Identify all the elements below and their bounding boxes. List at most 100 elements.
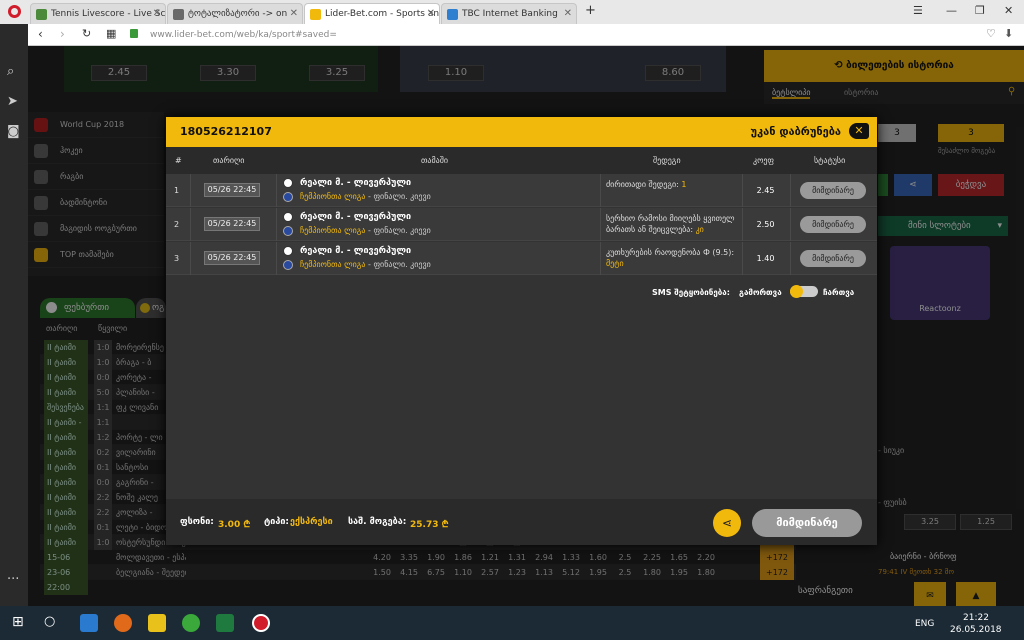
bookmark-heart-icon[interactable]: ♡ (986, 27, 996, 40)
tab-tennis-livescore[interactable]: Tennis Livescore - Live Sco ✕ (30, 3, 166, 24)
col-number: # (175, 156, 182, 165)
stake-value: 3.00 ₾ (218, 520, 251, 530)
close-tab-icon[interactable]: ✕ (564, 4, 572, 24)
pick-market: ძირითადი შედეგი: (606, 180, 679, 189)
divider (190, 242, 191, 275)
modal-header: 180526212107 უკან დაბრუნება ✕ (166, 117, 877, 147)
back-button[interactable]: უკან დაბრუნება (751, 125, 841, 138)
pick-value: 1 (678, 180, 687, 189)
champions-league-icon (283, 226, 293, 236)
forward-icon[interactable]: › (60, 27, 65, 41)
tab-title: Tennis Livescore - Live Sco (51, 9, 166, 19)
opera-sidebar: ⌕ ➤ ◙ ··· (0, 24, 28, 606)
firefox-icon[interactable] (114, 614, 132, 632)
opera-taskbar-icon[interactable] (252, 614, 270, 632)
opera-logo-icon[interactable] (8, 5, 21, 18)
tennis-favicon-icon (36, 9, 47, 20)
divider (276, 208, 277, 241)
pick-market: კუთხურების რაოდენობა Ф (9.5): (606, 248, 735, 257)
close-window-icon[interactable]: ✕ (1004, 4, 1013, 17)
bet-status-button[interactable]: მიმდინარე (800, 182, 866, 199)
file-explorer-icon[interactable] (148, 614, 166, 632)
bet-match: რეალი მ. - ლივერპული (300, 246, 412, 256)
bet-coef: 2.45 (756, 186, 775, 195)
win-value: 25.73 ₾ (410, 520, 449, 530)
browser-tab-bar: Tennis Livescore - Live Sco ✕ ტოტალიზატო… (0, 0, 1024, 24)
speed-dial-icon[interactable]: ▦ (106, 27, 116, 40)
windows-taskbar: ⊞ ○ ENG 21:22 26.05.2018 (0, 606, 1024, 640)
url-input[interactable]: www.lider-bet.com/web/ka/sport#saved= (142, 27, 880, 43)
ticket-status-button[interactable]: მიმდინარე (752, 509, 862, 537)
sms-label: SMS შეტყობინება: (652, 288, 730, 297)
more-icon[interactable]: ··· (7, 572, 19, 587)
type-label: ტიპი: (264, 517, 290, 527)
sms-toggle[interactable] (790, 285, 818, 298)
windows-start-icon[interactable]: ⊞ (12, 614, 24, 630)
share-icon[interactable]: ⋖ (713, 509, 741, 537)
reload-icon[interactable]: ↻ (82, 27, 91, 40)
bet-status-button[interactable]: მიმდინარე (800, 250, 866, 267)
edge-icon[interactable] (80, 614, 98, 632)
tab-tbc-banking[interactable]: TBC Internet Banking ✕ (441, 3, 577, 24)
keyboard-lang[interactable]: ENG (915, 619, 934, 629)
divider (790, 174, 791, 207)
bet-coef: 1.40 (756, 254, 775, 263)
ticket-details-modal: 180526212107 უკან დაბრუნება ✕ # თარიღი თ… (166, 117, 877, 545)
divider (600, 208, 601, 241)
sms-on-label: ჩართვა (823, 288, 855, 297)
download-icon[interactable]: ⬇ (1004, 27, 1013, 40)
minimize-icon[interactable]: — (946, 4, 957, 17)
send-icon[interactable]: ➤ (7, 94, 18, 109)
divider (190, 208, 191, 241)
chrome-icon[interactable] (182, 614, 200, 632)
bet-row: 2 05/26 22:45 რეალი მ. - ლივერპული ჩემპიონთ… (166, 208, 877, 241)
bet-date: 05/26 22:45 (204, 217, 260, 231)
search-icon[interactable]: ○ (44, 614, 55, 629)
football-icon (283, 246, 293, 256)
back-icon[interactable]: ‹ (38, 27, 43, 41)
bet-pick: ძირითადი შედეგი: 1 (606, 179, 738, 190)
divider (276, 174, 277, 207)
pick-value: კი (693, 225, 704, 234)
bet-league: ჩემპიონთა ლიგა - ფინალი. კიევი (300, 192, 431, 201)
col-status: სტატუსი (814, 156, 846, 165)
menu-icon[interactable]: ☰ (913, 4, 923, 17)
close-tab-icon[interactable]: ✕ (290, 4, 298, 24)
bet-pick: სერხიო რამოსი მიიღებს ყვითელ ბარათს ან შ… (606, 213, 738, 235)
col-coef: კოეფ (753, 156, 775, 165)
win-label: საშ. მოგება: (348, 517, 407, 527)
sms-off-label: გამორთვა (739, 288, 782, 297)
bet-match: რეალი მ. - ლივერპული (300, 178, 412, 188)
restore-icon[interactable]: ❐ (975, 4, 985, 17)
tab-lider-bet[interactable]: Lider-Bet.com - Sports an ✕ (304, 3, 440, 24)
divider (600, 242, 601, 275)
tab-title: ტოტალიზატორი -> on (188, 9, 288, 19)
divider (600, 174, 601, 207)
football-icon (283, 212, 293, 222)
close-tab-icon[interactable]: ✕ (153, 4, 161, 24)
table-header: # თარიღი თამაში შედეგი კოეფ სტატუსი (166, 147, 877, 174)
clock-date[interactable]: 26.05.2018 (950, 625, 1002, 635)
pick-market: სერხიო რამოსი მიიღებს ყვითელ ბარათს ან შ… (606, 214, 735, 234)
close-icon[interactable]: ✕ (849, 123, 869, 139)
clock-time[interactable]: 21:22 (963, 613, 989, 623)
divider (276, 242, 277, 275)
league-extra: - ფინალი. კიევი (365, 192, 431, 201)
tab-title: TBC Internet Banking (462, 9, 558, 19)
bet-number: 1 (174, 186, 180, 195)
stake-label: ფსონი: (180, 517, 214, 527)
bet-status-button[interactable]: მიმდინარე (800, 216, 866, 233)
league-extra: - ფინალი. კიევი (365, 226, 431, 235)
close-tab-icon[interactable]: ✕ (427, 4, 435, 24)
search-icon[interactable]: ⌕ (7, 64, 14, 79)
bet-number: 2 (174, 220, 180, 229)
col-game: თამაში (421, 156, 448, 165)
bet-row: 1 05/26 22:45 რეალი მ. - ლივერპული ჩემპიონთ… (166, 174, 877, 207)
camera-icon[interactable]: ◙ (7, 124, 20, 139)
excel-icon[interactable] (216, 614, 234, 632)
champions-league-icon (283, 192, 293, 202)
new-tab-button[interactable]: + (585, 3, 596, 18)
bet-league: ჩემპიონთა ლიგა - ფინალი. კიევი (300, 260, 431, 269)
tab-totalizator[interactable]: ტოტალიზატორი -> on ✕ (167, 3, 303, 24)
tbc-favicon-icon (447, 9, 458, 20)
